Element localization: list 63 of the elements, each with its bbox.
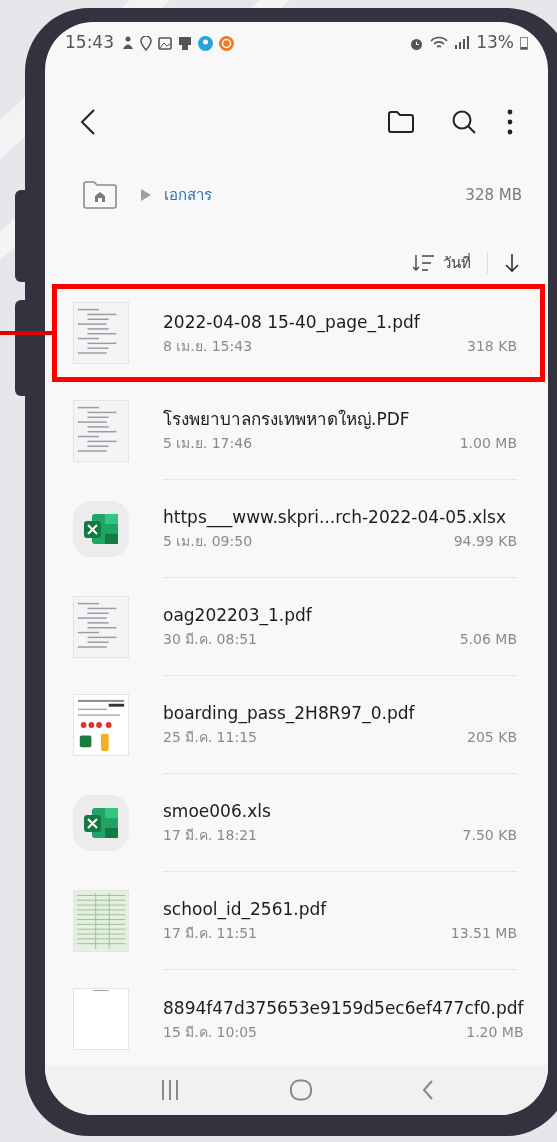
more-options-icon[interactable] bbox=[507, 109, 513, 135]
battery-percent: 13% bbox=[476, 31, 514, 55]
spreadsheet-app-icon bbox=[73, 795, 129, 851]
file-name: boarding_pass_2H8R97_0.pdf bbox=[163, 702, 416, 725]
file-name: 8894f47d375653e9159d5ec6ef477cf0.pdf bbox=[163, 996, 524, 1020]
file-row[interactable]: oag202203_1.pdf 30 มี.ค. 08:51 5.06 MB bbox=[45, 578, 548, 676]
back-icon[interactable] bbox=[80, 108, 96, 136]
file-size: 94.99 KB bbox=[453, 532, 517, 551]
document-thumbnail bbox=[73, 694, 129, 756]
location-pin-icon bbox=[140, 35, 152, 51]
file-size: 7.50 KB bbox=[462, 826, 517, 845]
file-name: smoe006.xls bbox=[163, 800, 272, 823]
file-size: 5.06 MB bbox=[459, 630, 517, 649]
home-folder-icon[interactable] bbox=[82, 180, 118, 210]
home-icon[interactable] bbox=[288, 1079, 313, 1101]
file-row[interactable]: smoe006.xls 17 มี.ค. 18:21 7.50 KB bbox=[45, 774, 548, 872]
file-name: school_id_2561.pdf bbox=[163, 898, 328, 921]
file-name: https___www.skpri...rch-2022-04-05.xlsx bbox=[163, 506, 507, 529]
file-row[interactable]: 8894f47d375653e9159d5ec6ef477cf0.pdf 15 มี.ค. 10:05 1.20 MB bbox=[45, 970, 548, 1065]
app-icon bbox=[198, 35, 213, 51]
document-thumbnail bbox=[73, 400, 129, 462]
sort-by-button[interactable]: วันที่ bbox=[443, 251, 471, 275]
file-date: 15 มี.ค. 10:05 bbox=[163, 1022, 257, 1042]
file-name: 2022-04-08 15-40_page_1.pdf bbox=[163, 310, 421, 334]
status-time: 15:43 bbox=[65, 31, 114, 55]
file-name: oag202203_1.pdf bbox=[163, 604, 313, 627]
document-thumbnail bbox=[73, 988, 129, 1050]
file-row[interactable]: boarding_pass_2H8R97_0.pdf 25 มี.ค. 11:15 205 KB bbox=[45, 676, 548, 774]
file-date: 8 เม.ย. 15:43 bbox=[163, 336, 253, 356]
file-row[interactable]: school_id_2561.pdf 17 มี.ค. 11:51 13.51 MB bbox=[45, 872, 548, 970]
file-row[interactable]: https___www.skpri...rch-2022-04-05.xlsx 5 เม.ย. 09:50 94.99 KB bbox=[45, 480, 548, 578]
file-size: 205 KB bbox=[467, 728, 517, 747]
file-date: 5 เม.ย. 09:50 bbox=[163, 532, 253, 551]
file-size: 318 KB bbox=[467, 336, 517, 356]
file-date: 17 มี.ค. 11:51 bbox=[163, 924, 257, 943]
document-thumbnail bbox=[73, 302, 129, 364]
file-date: 5 เม.ย. 17:46 bbox=[163, 434, 253, 453]
image-icon bbox=[158, 36, 172, 50]
person-icon bbox=[122, 36, 134, 50]
file-size: 13.51 MB bbox=[450, 924, 517, 943]
file-date: 30 มี.ค. 08:51 bbox=[163, 630, 257, 649]
document-thumbnail bbox=[73, 890, 129, 952]
storage-size: 328 MB bbox=[465, 184, 522, 206]
file-row[interactable]: 2022-04-08 15-40_page_1.pdf 8 เม.ย. 15:43 318 KB bbox=[52, 284, 545, 382]
spreadsheet-app-icon bbox=[73, 501, 129, 557]
file-size: 1.00 MB bbox=[459, 434, 517, 453]
document-thumbnail bbox=[73, 596, 129, 658]
sort-icon[interactable] bbox=[413, 254, 435, 272]
file-row[interactable]: โรงพยาบาลกรงเทพหาดใหญ่.PDF 5 เม.ย. 17:46 1.00 MB bbox=[45, 382, 548, 480]
folder-icon[interactable] bbox=[387, 110, 415, 134]
search-icon[interactable] bbox=[451, 109, 477, 135]
signal-icon bbox=[454, 36, 471, 50]
file-size: 1.20 MB bbox=[466, 1022, 524, 1042]
file-date: 17 มี.ค. 18:21 bbox=[163, 826, 257, 845]
wifi-icon bbox=[430, 36, 449, 50]
app-icon bbox=[219, 35, 234, 51]
recent-apps-icon[interactable] bbox=[159, 1079, 180, 1101]
breadcrumb-folder-link[interactable]: เอกสาร bbox=[164, 183, 212, 207]
file-date: 25 มี.ค. 11:15 bbox=[163, 728, 257, 747]
sort-direction-icon[interactable] bbox=[504, 253, 520, 273]
battery-icon bbox=[520, 36, 528, 50]
triangle-right-icon bbox=[141, 189, 151, 201]
file-name: โรงพยาบาลกรงเทพหาดใหญ่.PDF bbox=[163, 408, 411, 431]
